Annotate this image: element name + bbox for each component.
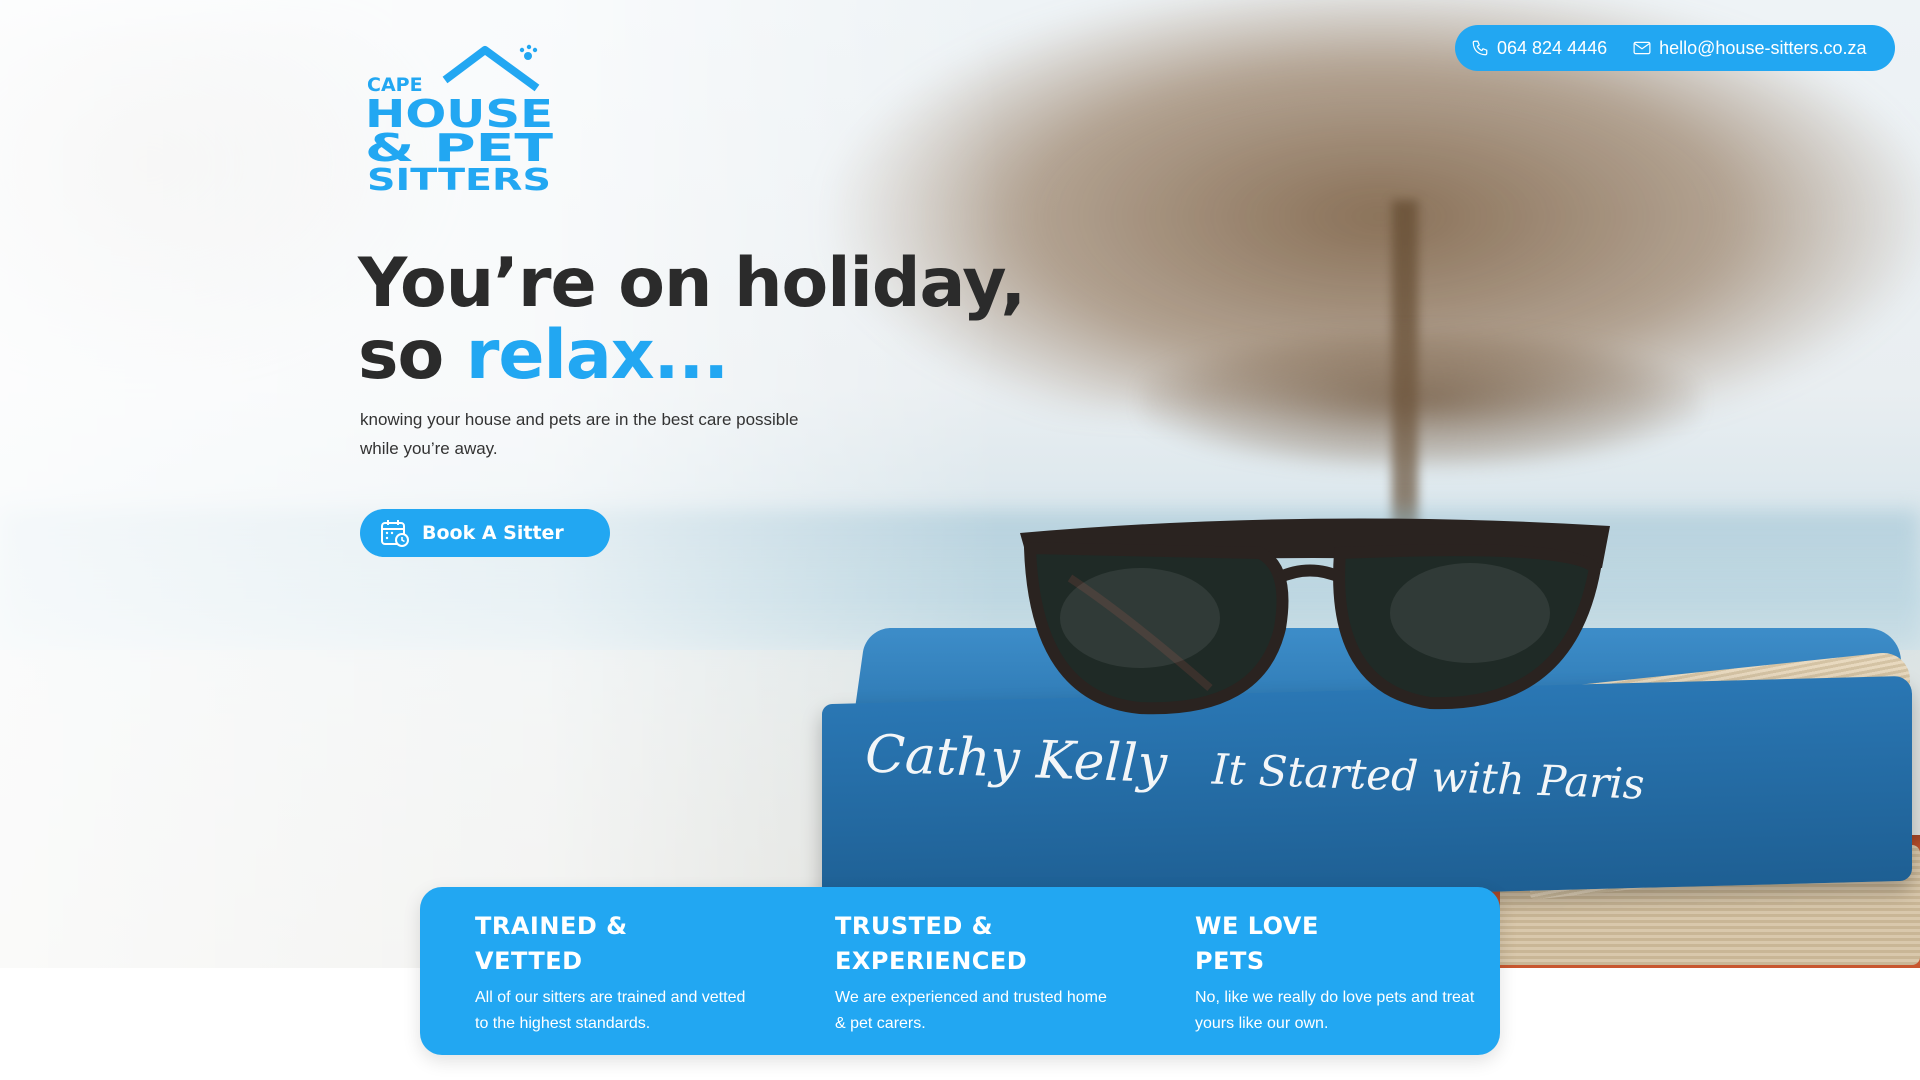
email-link[interactable]: hello@house-sitters.co.za	[1633, 38, 1866, 59]
site-logo[interactable]: CAPE HOUSE & PET SITTERS	[365, 44, 555, 194]
envelope-icon	[1633, 41, 1651, 55]
hero-background: Cathy Kelly It Started with Paris	[0, 0, 1920, 968]
headline-line-1: You’re on holiday,	[358, 244, 1026, 323]
feature-title-line: TRAINED &	[475, 912, 628, 940]
paw-icon	[524, 52, 532, 60]
hero-headline: You’re on holiday, so relax...	[358, 248, 1026, 395]
feature-trusted-experienced: TRUSTED & EXPERIENCED We are experienced…	[835, 909, 1115, 1037]
feature-text: All of our sitters are trained and vette…	[475, 989, 746, 1032]
feature-title-line: PETS	[1195, 947, 1265, 975]
feature-title: TRAINED & VETTED	[475, 909, 755, 979]
blurred-umbrella-small	[1140, 330, 1700, 470]
logo-text-sitters: SITTERS	[367, 163, 551, 194]
phone-link[interactable]: 064 824 4446	[1471, 38, 1607, 59]
hero-subtext: knowing your house and pets are in the b…	[360, 410, 799, 458]
phone-number: 064 824 4446	[1497, 37, 1608, 58]
headline-prefix: so	[358, 316, 444, 395]
feature-love-pets: WE LOVE PETS No, like we really do love …	[1195, 909, 1475, 1037]
feature-title: WE LOVE PETS	[1195, 909, 1475, 979]
sunglasses-image	[1020, 518, 1610, 715]
feature-text: No, like we really do love pets and trea…	[1195, 989, 1475, 1032]
feature-title: TRUSTED & EXPERIENCED	[835, 909, 1115, 979]
book-a-sitter-label: Book A Sitter	[422, 522, 564, 544]
book-author: Cathy Kelly	[864, 724, 1169, 795]
contact-bar: 064 824 4446 hello@house-sitters.co.za	[1455, 25, 1895, 71]
feature-title-line: WE LOVE	[1195, 912, 1319, 940]
email-address: hello@house-sitters.co.za	[1659, 37, 1867, 58]
phone-icon	[1472, 40, 1488, 56]
feature-title-line: VETTED	[475, 947, 583, 975]
feature-trained-vetted: TRAINED & VETTED All of our sitters are …	[475, 909, 755, 1037]
headline-accent: relax...	[465, 316, 729, 395]
book-a-sitter-button[interactable]: Book A Sitter	[360, 509, 610, 557]
features-card: TRAINED & VETTED All of our sitters are …	[420, 887, 1500, 1055]
feature-text: We are experienced and trusted home & pe…	[835, 989, 1107, 1032]
feature-title-line: TRUSTED &	[835, 912, 994, 940]
calendar-clock-icon	[381, 520, 409, 547]
feature-title-line: EXPERIENCED	[835, 947, 1028, 975]
